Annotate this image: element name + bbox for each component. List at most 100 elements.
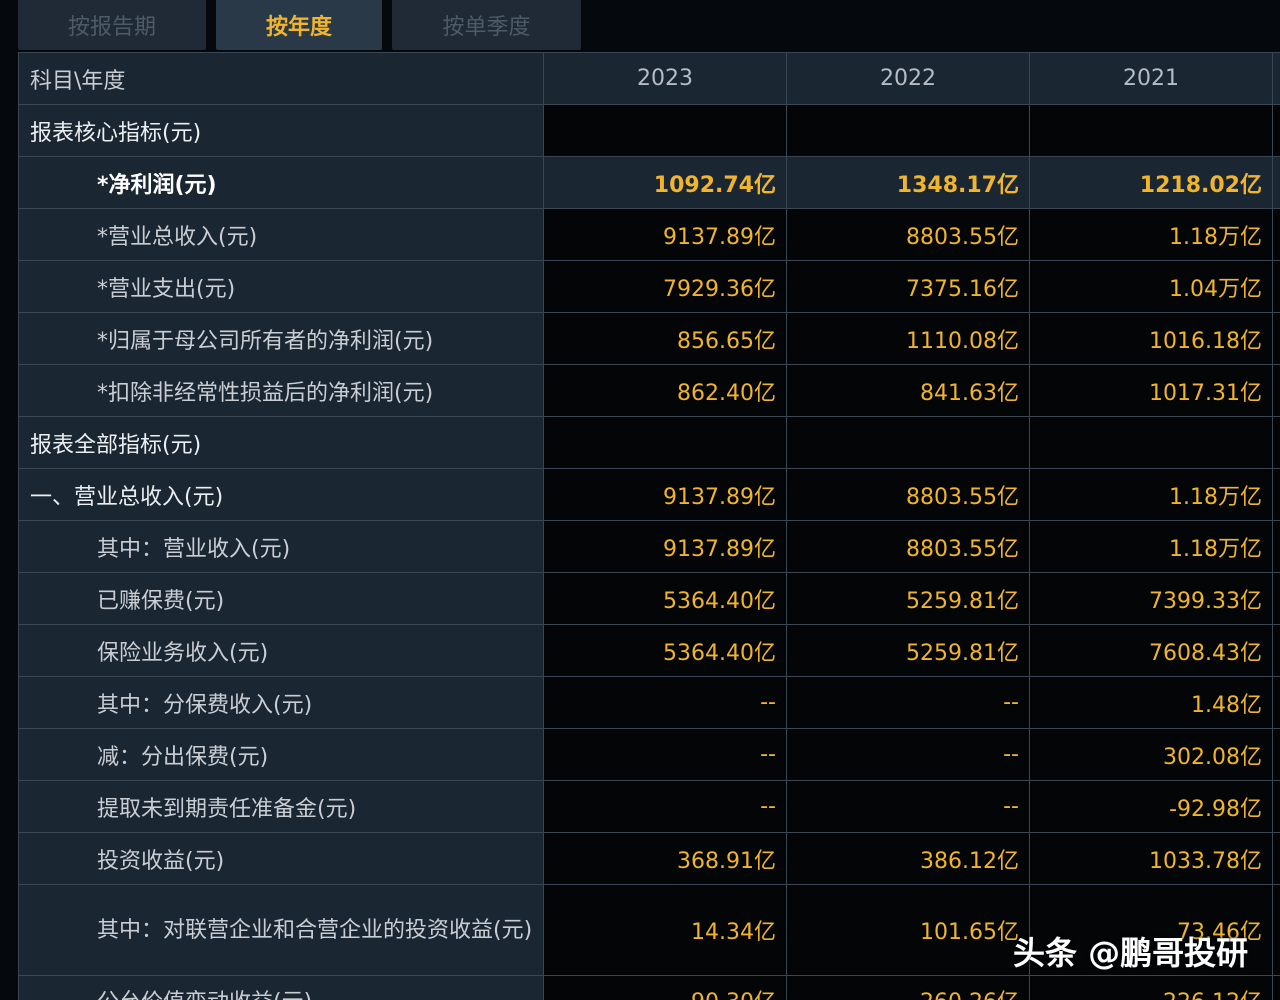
row-value-2022: 5259.81亿 bbox=[786, 624, 1030, 677]
header-year-2022[interactable]: 2022 bbox=[786, 52, 1030, 105]
page: 按报告期 按年度 按单季度 科目\年度 2023 2022 2021 报表核心指… bbox=[0, 0, 1280, 1000]
row-label: 公允价值变动收益(元) bbox=[18, 975, 544, 1000]
row-value-2023: 1092.74亿 bbox=[543, 156, 787, 209]
period-tabs: 按报告期 按年度 按单季度 bbox=[0, 0, 1280, 50]
row-label: 已赚保费(元) bbox=[18, 572, 544, 625]
row-label: 提取未到期责任准备金(元) bbox=[18, 780, 544, 833]
row-value-2021: 7399.33亿 bbox=[1029, 572, 1273, 625]
table-row[interactable]: 已赚保费(元) 5364.40亿 5259.81亿 7399.33亿 bbox=[18, 572, 1280, 625]
table-edge-cell bbox=[1272, 312, 1280, 365]
table-edge-cell bbox=[1272, 884, 1280, 976]
row-value-2022: 386.12亿 bbox=[786, 832, 1030, 885]
table-edge-cell bbox=[1272, 416, 1280, 469]
row-label: 减：分出保费(元) bbox=[18, 728, 544, 781]
table-row[interactable]: 减：分出保费(元) -- -- 302.08亿 bbox=[18, 728, 1280, 781]
row-label: 其中：分保费收入(元) bbox=[18, 676, 544, 729]
table-edge-cell bbox=[1272, 156, 1280, 209]
row-value-2021: -92.98亿 bbox=[1029, 780, 1273, 833]
table-row[interactable]: 公允价值变动收益(元) 90.30亿 260.26亿 226.12亿 bbox=[18, 975, 1280, 1000]
row-value-2022: 8803.55亿 bbox=[786, 468, 1030, 521]
row-label: *营业支出(元) bbox=[18, 260, 544, 313]
row-label: 保险业务收入(元) bbox=[18, 624, 544, 677]
row-value-2023: 862.40亿 bbox=[543, 364, 787, 417]
row-value-2021: 1017.31亿 bbox=[1029, 364, 1273, 417]
row-value-2023: 7929.36亿 bbox=[543, 260, 787, 313]
table-edge-cell bbox=[1272, 975, 1280, 1000]
row-value-2021: 1.04万亿 bbox=[1029, 260, 1273, 313]
row-value-2023: 14.34亿 bbox=[543, 884, 787, 976]
row-value-2021: 1.18万亿 bbox=[1029, 468, 1273, 521]
table-edge-cell bbox=[1272, 832, 1280, 885]
table-row[interactable]: 保险业务收入(元) 5364.40亿 5259.81亿 7608.43亿 bbox=[18, 624, 1280, 677]
row-value-2023 bbox=[543, 416, 787, 469]
row-value-2023: -- bbox=[543, 728, 787, 781]
table-row[interactable]: 其中：分保费收入(元) -- -- 1.48亿 bbox=[18, 676, 1280, 729]
table-edge-cell bbox=[1272, 52, 1280, 105]
row-value-2021: 1218.02亿 bbox=[1029, 156, 1273, 209]
row-value-2022: 1110.08亿 bbox=[786, 312, 1030, 365]
row-label: *扣除非经常性损益后的净利润(元) bbox=[18, 364, 544, 417]
row-value-2021: 1033.78亿 bbox=[1029, 832, 1273, 885]
table-edge-cell bbox=[1272, 728, 1280, 781]
table-edge-cell bbox=[1272, 780, 1280, 833]
tab-by-report-period[interactable]: 按报告期 bbox=[18, 0, 206, 50]
row-value-2022: -- bbox=[786, 676, 1030, 729]
row-value-2021: 1.18万亿 bbox=[1029, 520, 1273, 573]
table-row[interactable]: *营业支出(元) 7929.36亿 7375.16亿 1.04万亿 bbox=[18, 260, 1280, 313]
header-year-2021[interactable]: 2021 bbox=[1029, 52, 1273, 105]
row-value-2023: 9137.89亿 bbox=[543, 520, 787, 573]
table-edge-cell bbox=[1272, 676, 1280, 729]
table-row-section-core: 报表核心指标(元) bbox=[18, 104, 1280, 157]
row-value-2022 bbox=[786, 104, 1030, 157]
row-value-2022: -- bbox=[786, 728, 1030, 781]
row-value-2022: 5259.81亿 bbox=[786, 572, 1030, 625]
row-value-2022: 7375.16亿 bbox=[786, 260, 1030, 313]
table-edge-cell bbox=[1272, 104, 1280, 157]
row-value-2022: 1348.17亿 bbox=[786, 156, 1030, 209]
row-label: 其中：营业收入(元) bbox=[18, 520, 544, 573]
header-year-2023[interactable]: 2023 bbox=[543, 52, 787, 105]
header-subject-year: 科目\年度 bbox=[18, 52, 544, 105]
financial-indicators-table: 科目\年度 2023 2022 2021 报表核心指标(元) *净利润(元) 1… bbox=[18, 52, 1280, 1000]
row-value-2021: 302.08亿 bbox=[1029, 728, 1273, 781]
table-row[interactable]: 提取未到期责任准备金(元) -- -- -92.98亿 bbox=[18, 780, 1280, 833]
row-value-2022: 8803.55亿 bbox=[786, 208, 1030, 261]
table-row[interactable]: 其中：营业收入(元) 9137.89亿 8803.55亿 1.18万亿 bbox=[18, 520, 1280, 573]
table-edge-cell bbox=[1272, 520, 1280, 573]
watermark-text: 头条 @鹏哥投研 bbox=[1013, 934, 1249, 972]
row-value-2021 bbox=[1029, 104, 1273, 157]
row-value-2023: -- bbox=[543, 676, 787, 729]
row-label: 报表全部指标(元) bbox=[18, 416, 544, 469]
table-edge-cell bbox=[1272, 260, 1280, 313]
table-row[interactable]: *扣除非经常性损益后的净利润(元) 862.40亿 841.63亿 1017.3… bbox=[18, 364, 1280, 417]
row-value-2023: 5364.40亿 bbox=[543, 624, 787, 677]
row-value-2022: 101.65亿 bbox=[786, 884, 1030, 976]
row-value-2022: -- bbox=[786, 780, 1030, 833]
table-row[interactable]: *营业总收入(元) 9137.89亿 8803.55亿 1.18万亿 bbox=[18, 208, 1280, 261]
tab-by-year[interactable]: 按年度 bbox=[216, 0, 382, 50]
table-edge-cell bbox=[1272, 572, 1280, 625]
table-edge-cell bbox=[1272, 468, 1280, 521]
row-value-2021 bbox=[1029, 416, 1273, 469]
table-row[interactable]: *归属于母公司所有者的净利润(元) 856.65亿 1110.08亿 1016.… bbox=[18, 312, 1280, 365]
table-row[interactable]: 投资收益(元) 368.91亿 386.12亿 1033.78亿 bbox=[18, 832, 1280, 885]
table-edge-cell bbox=[1272, 364, 1280, 417]
row-value-2023: -- bbox=[543, 780, 787, 833]
row-value-2023: 9137.89亿 bbox=[543, 208, 787, 261]
table-edge-cell bbox=[1272, 624, 1280, 677]
table-row-net-profit[interactable]: *净利润(元) 1092.74亿 1348.17亿 1218.02亿 bbox=[18, 156, 1280, 209]
tab-by-single-quarter[interactable]: 按单季度 bbox=[392, 0, 581, 50]
row-label: 投资收益(元) bbox=[18, 832, 544, 885]
row-value-2021: 7608.43亿 bbox=[1029, 624, 1273, 677]
row-value-2021: 1.18万亿 bbox=[1029, 208, 1273, 261]
row-value-2022: 260.26亿 bbox=[786, 975, 1030, 1000]
row-value-2021: 226.12亿 bbox=[1029, 975, 1273, 1000]
row-value-2023: 856.65亿 bbox=[543, 312, 787, 365]
row-value-2023: 368.91亿 bbox=[543, 832, 787, 885]
row-value-2021: 1016.18亿 bbox=[1029, 312, 1273, 365]
table-row[interactable]: 一、营业总收入(元) 9137.89亿 8803.55亿 1.18万亿 bbox=[18, 468, 1280, 521]
row-label: *净利润(元) bbox=[18, 156, 544, 209]
row-label: *营业总收入(元) bbox=[18, 208, 544, 261]
row-value-2023: 9137.89亿 bbox=[543, 468, 787, 521]
row-value-2023 bbox=[543, 104, 787, 157]
